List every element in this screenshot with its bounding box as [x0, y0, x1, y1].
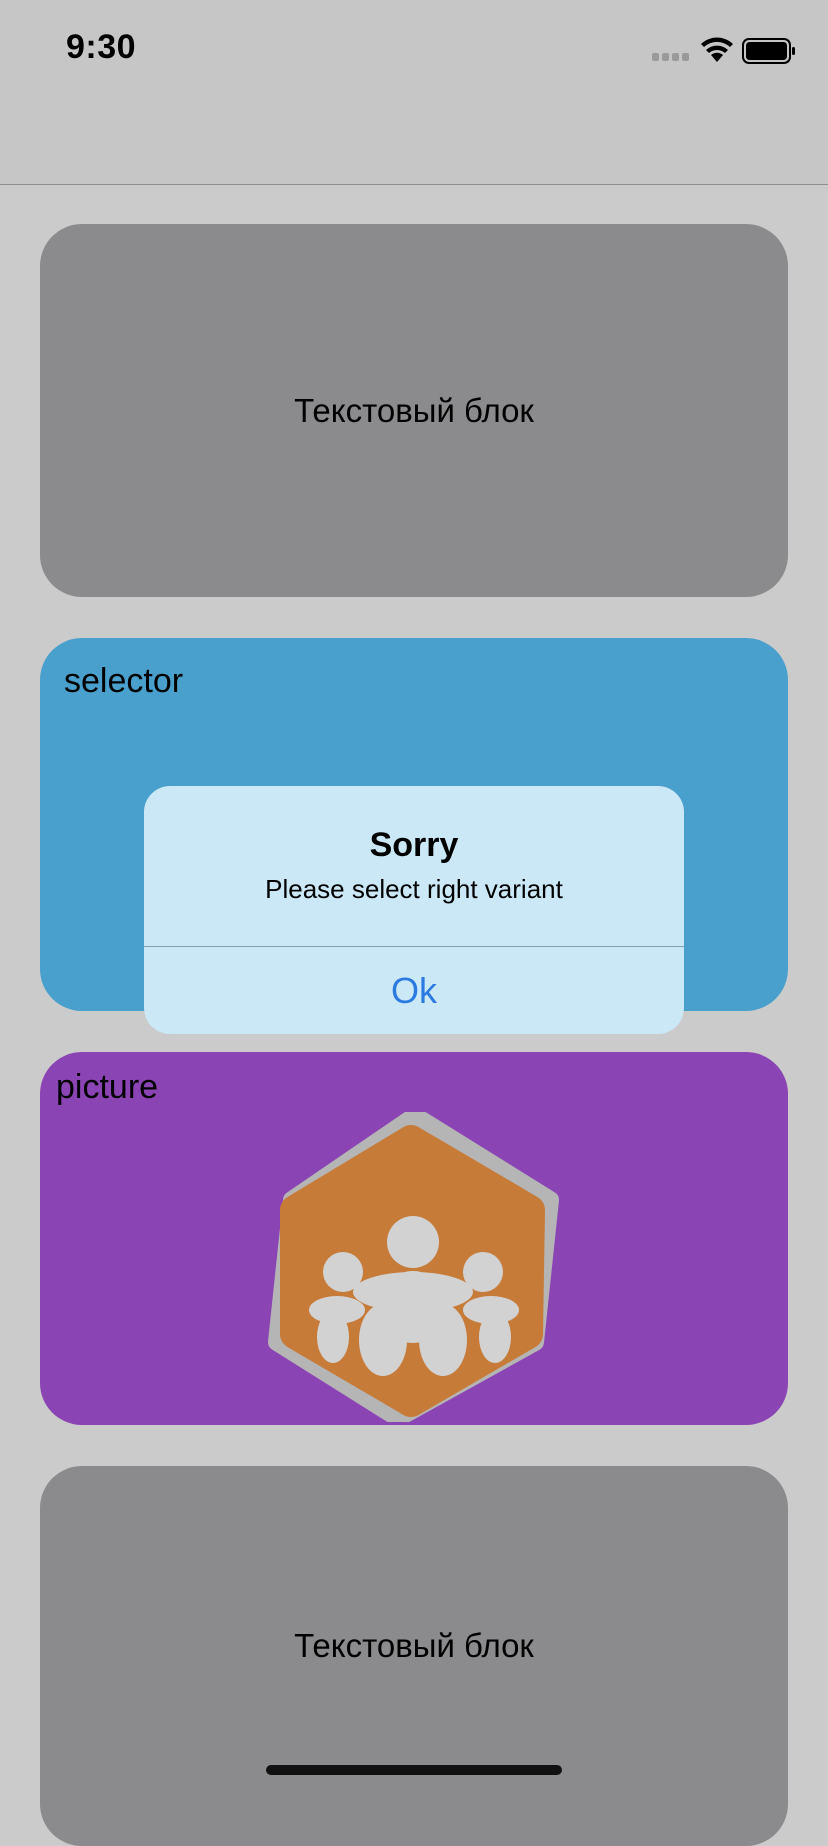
- selector-label: selector: [64, 662, 184, 700]
- alert-dialog: Sorry Please select right variant Ok: [144, 786, 684, 1034]
- battery-icon: [742, 38, 795, 64]
- wifi-icon: [701, 37, 733, 62]
- people-logo-icon: [268, 1112, 559, 1422]
- text-block-label: Текстовый блок: [294, 391, 534, 429]
- picture-card: picture: [40, 1052, 788, 1425]
- status-time: 9:30: [66, 28, 137, 66]
- alert-title: Sorry: [369, 826, 459, 864]
- picture-label: picture: [56, 1068, 159, 1106]
- status-bar: 9:30: [0, 0, 828, 100]
- ok-button[interactable]: Ok: [144, 947, 684, 1034]
- alert-message: Please select right variant: [265, 874, 563, 904]
- signal-icon: [652, 53, 692, 63]
- text-block-card: Текстовый блок: [40, 224, 788, 597]
- home-indicator[interactable]: [266, 1765, 562, 1775]
- text-block-card: Текстовый блок: [40, 1466, 788, 1846]
